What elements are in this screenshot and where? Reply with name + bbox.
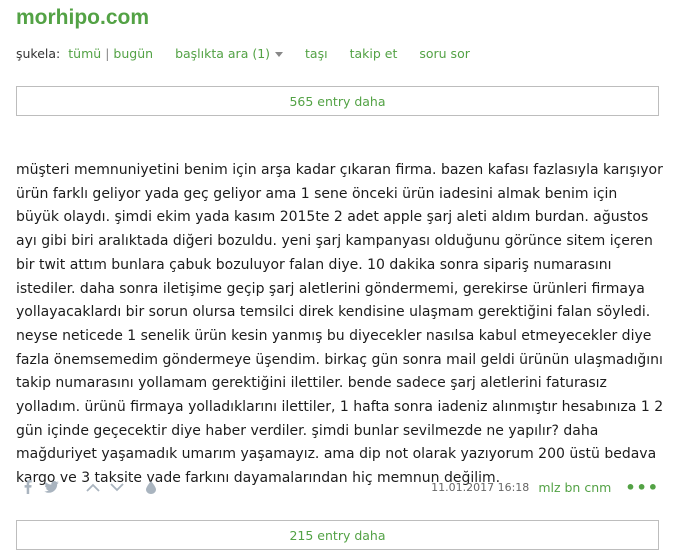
drop-icon[interactable] <box>145 480 157 494</box>
load-previous-entries-button[interactable]: 565 entry daha <box>16 86 659 116</box>
search-in-title-dropdown[interactable]: başlıkta ara (1) <box>175 46 284 61</box>
sukela-all-link[interactable]: tümü <box>68 46 101 61</box>
twitter-icon[interactable] <box>43 481 59 493</box>
chevron-down-icon[interactable] <box>109 482 125 492</box>
more-options-icon[interactable]: ••• <box>625 478 659 497</box>
chevron-up-icon[interactable] <box>85 483 101 492</box>
ask-question-link[interactable]: soru sor <box>419 46 470 61</box>
caret-down-icon <box>275 52 284 57</box>
load-next-entries-button[interactable]: 215 entry daha <box>16 520 659 550</box>
entry-footer: 11.01.2017 16:18 mlz bn cnm ••• <box>16 476 659 498</box>
sukela-today-link[interactable]: bugün <box>113 46 153 61</box>
load-next-entries-label: 215 entry daha <box>289 527 386 543</box>
load-previous-entries-label: 565 entry daha <box>289 93 386 109</box>
follow-topic-link[interactable]: takip et <box>350 46 398 61</box>
topic-title[interactable]: morhipo.com <box>16 6 149 30</box>
sukela-separator: | <box>105 46 110 61</box>
facebook-icon[interactable] <box>22 480 34 494</box>
move-topic-link[interactable]: taşı <box>305 46 328 61</box>
entry-content: müşteri memnuniyetini benim için arşa ka… <box>16 162 664 487</box>
entry-meta: 11.01.2017 16:18 mlz bn cnm ••• <box>431 478 659 497</box>
topic-subnav: şukela: tümü | bugün başlıkta ara (1) ta… <box>16 46 660 61</box>
search-in-title-label: başlıkta ara (1) <box>175 46 271 61</box>
entry-date[interactable]: 11.01.2017 16:18 <box>431 481 529 494</box>
entry-author[interactable]: mlz bn cnm <box>538 480 611 495</box>
sukela-label: şukela: <box>16 46 61 61</box>
